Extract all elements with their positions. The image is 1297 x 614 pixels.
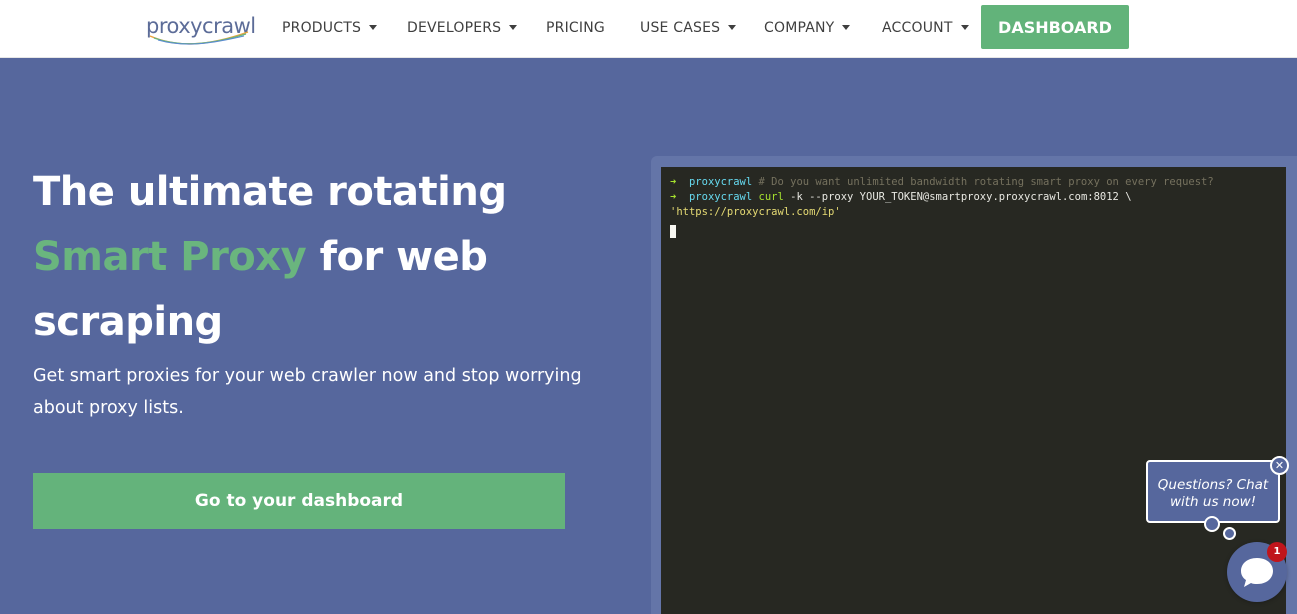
caret-down-icon bbox=[842, 25, 851, 30]
nav-use-cases-label: USE CASES bbox=[640, 20, 721, 36]
nav-developers[interactable]: DEVELOPERS bbox=[407, 20, 518, 40]
site-header: proxycrawl PRODUCTS DEVELOPERS PRICING U… bbox=[0, 0, 1297, 58]
dashboard-button[interactable]: DASHBOARD bbox=[981, 5, 1129, 49]
prompt-arrow-icon: ➜ bbox=[670, 191, 677, 203]
terminal-line-2: ➜ proxycrawl curl -k --proxy YOUR_TOKEN@… bbox=[670, 190, 1286, 205]
nav-account-label: ACCOUNT bbox=[882, 20, 953, 36]
nav-company-label: COMPANY bbox=[764, 20, 835, 36]
terminal-line-1: ➜ proxycrawl # Do you want unlimited ban… bbox=[670, 175, 1286, 190]
terminal-line-3: 'https://proxycrawl.com/ip' bbox=[670, 205, 1286, 220]
caret-down-icon bbox=[509, 25, 518, 30]
hero-subtitle: Get smart proxies for your web crawler n… bbox=[33, 366, 582, 418]
prompt-arrow-icon: ➜ bbox=[670, 176, 677, 188]
hero-title-accent: Smart Proxy bbox=[33, 234, 307, 280]
caret-down-icon bbox=[369, 25, 378, 30]
nav-products[interactable]: PRODUCTS bbox=[282, 20, 378, 40]
hero-title-rest: for web bbox=[306, 234, 488, 280]
terminal-window: ➜ proxycrawl # Do you want unlimited ban… bbox=[661, 167, 1286, 614]
nav-company[interactable]: COMPANY bbox=[764, 20, 851, 40]
terminal-args: -k --proxy YOUR_TOKEN@smartproxy.proxycr… bbox=[783, 191, 1132, 203]
hero-title: The ultimate rotating Smart Proxy for we… bbox=[33, 160, 593, 355]
caret-down-icon bbox=[728, 25, 737, 30]
chat-prompt-bubble[interactable]: Questions? Chat with us now! bbox=[1146, 460, 1280, 523]
caret-down-icon bbox=[960, 25, 969, 30]
go-to-dashboard-button[interactable]: Go to your dashboard bbox=[33, 473, 565, 529]
terminal-command: curl bbox=[758, 191, 784, 203]
chat-unread-badge: 1 bbox=[1267, 542, 1287, 562]
nav-developers-label: DEVELOPERS bbox=[407, 20, 502, 36]
chat-bubble-tail-small bbox=[1223, 527, 1236, 540]
hero-title-line1: The ultimate rotating bbox=[33, 169, 507, 215]
chat-bubble-tail bbox=[1204, 516, 1220, 532]
hero-title-line3: scraping bbox=[33, 299, 223, 345]
nav-use-cases[interactable]: USE CASES bbox=[640, 20, 737, 40]
nav-products-label: PRODUCTS bbox=[282, 20, 362, 36]
terminal-host: proxycrawl bbox=[688, 191, 753, 203]
logo-swoosh-icon bbox=[149, 31, 249, 45]
terminal-cursor bbox=[670, 225, 676, 238]
chat-close-icon[interactable]: ✕ bbox=[1270, 456, 1289, 475]
terminal-url-string: 'https://proxycrawl.com/ip' bbox=[670, 206, 841, 218]
nav-pricing[interactable]: PRICING bbox=[546, 20, 605, 40]
terminal-comment: # Do you want unlimited bandwidth rotati… bbox=[758, 176, 1214, 188]
nav-pricing-label: PRICING bbox=[546, 20, 605, 36]
terminal-host: proxycrawl bbox=[688, 176, 753, 188]
nav-account[interactable]: ACCOUNT bbox=[882, 20, 969, 40]
hero-title-line2: Smart Proxy for web bbox=[33, 225, 593, 290]
